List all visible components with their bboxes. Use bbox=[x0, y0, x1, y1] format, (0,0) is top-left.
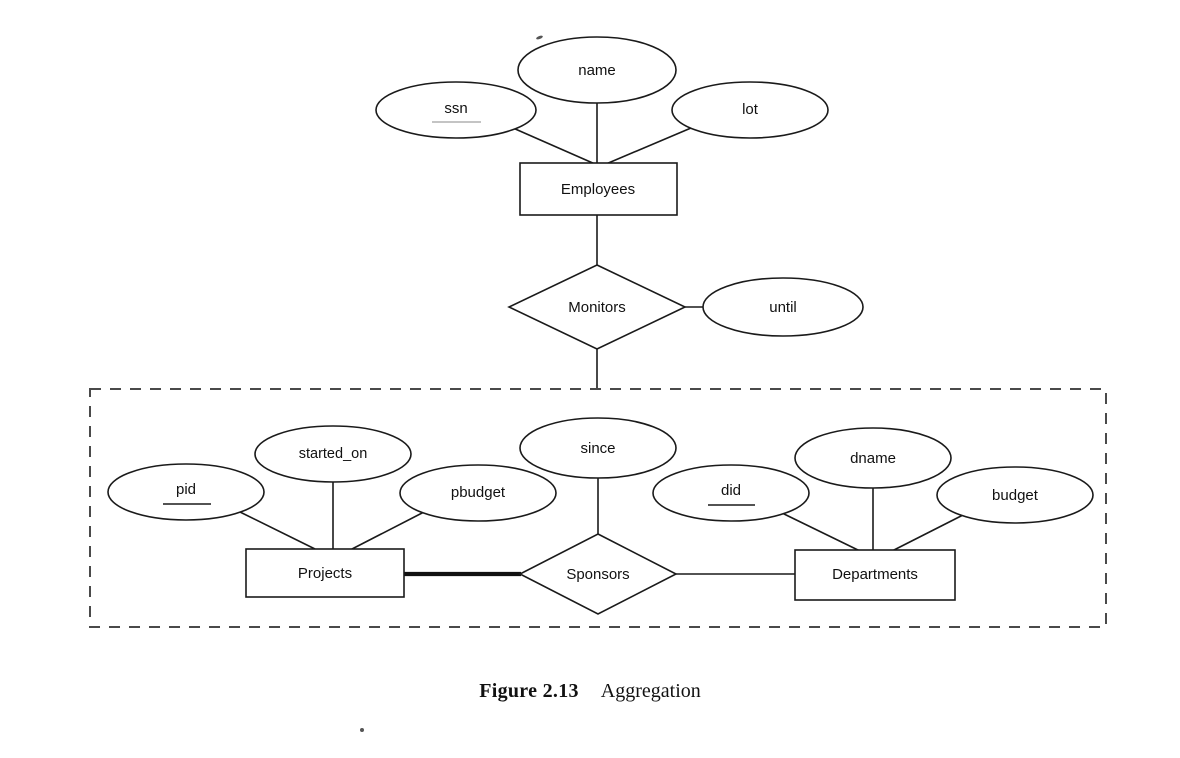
attribute-until[interactable]: until bbox=[702, 277, 864, 337]
er-diagram-figure: Employees Projects Departments Monitors … bbox=[0, 0, 1180, 758]
entity-label-departments: Departments bbox=[832, 566, 918, 583]
connector-pbudget-projects bbox=[351, 511, 425, 550]
attribute-since[interactable]: since bbox=[519, 417, 677, 479]
entity-label-projects: Projects bbox=[298, 565, 352, 582]
entity-employees[interactable]: Employees bbox=[519, 162, 678, 216]
attribute-ssn[interactable]: ssn bbox=[375, 81, 537, 139]
attribute-did[interactable]: did bbox=[652, 464, 810, 522]
relationship-label-sponsors: Sponsors bbox=[566, 566, 629, 583]
connector-did-departments bbox=[781, 512, 861, 552]
attribute-lot[interactable]: lot bbox=[671, 81, 829, 139]
attribute-started-on[interactable]: started_on bbox=[254, 425, 412, 483]
relationship-label-monitors: Monitors bbox=[568, 299, 626, 316]
attribute-pbudget[interactable]: pbudget bbox=[399, 464, 557, 522]
connector-pid-projects bbox=[239, 511, 316, 550]
attribute-label-pid: pid bbox=[176, 481, 196, 498]
figure-caption: Figure 2.13 Aggregation bbox=[0, 680, 1180, 703]
attribute-name[interactable]: name bbox=[517, 36, 677, 104]
entity-departments[interactable]: Departments bbox=[794, 549, 956, 601]
attribute-label-budget: budget bbox=[992, 487, 1039, 504]
attribute-budget[interactable]: budget bbox=[936, 466, 1094, 524]
figure-caption-label: Figure 2.13 bbox=[479, 680, 579, 702]
er-diagram-canvas: Employees Projects Departments Monitors … bbox=[89, 36, 1107, 628]
attribute-label-started-on: started_on bbox=[299, 446, 368, 462]
scan-speck-bottom bbox=[360, 728, 364, 732]
attribute-label-did: did bbox=[721, 482, 741, 499]
attribute-label-lot: lot bbox=[742, 101, 759, 118]
entity-label-employees: Employees bbox=[561, 181, 635, 198]
attribute-label-ssn: ssn bbox=[444, 100, 467, 117]
relationship-sponsors[interactable]: Sponsors bbox=[518, 533, 678, 615]
connector-lot-employees bbox=[605, 127, 692, 165]
attribute-label-dname: dname bbox=[850, 450, 896, 467]
attribute-dname[interactable]: dname bbox=[794, 427, 952, 489]
attribute-label-pbudget: pbudget bbox=[451, 484, 506, 501]
connector-budget-departments bbox=[891, 514, 964, 552]
attribute-label-until: until bbox=[769, 299, 797, 316]
connector-ssn-employees bbox=[512, 127, 596, 165]
relationship-monitors[interactable]: Monitors bbox=[507, 264, 687, 350]
entity-projects[interactable]: Projects bbox=[245, 548, 405, 598]
attribute-label-since: since bbox=[580, 440, 615, 457]
attribute-pid[interactable]: pid bbox=[107, 463, 265, 521]
figure-caption-title: Aggregation bbox=[600, 680, 701, 702]
attribute-label-name: name bbox=[578, 62, 616, 79]
